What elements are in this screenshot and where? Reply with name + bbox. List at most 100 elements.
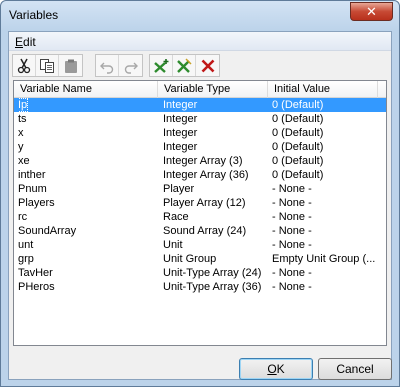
- cell-text: 0 (Default): [272, 113, 324, 125]
- copy-icon: [40, 58, 54, 73]
- table-row[interactable]: grp Unit Group Empty Unit Group (...: [14, 252, 386, 266]
- close-button[interactable]: ✕: [350, 2, 393, 21]
- variable-name-cell: rc: [18, 210, 158, 224]
- edit-variable-icon: [177, 57, 192, 73]
- cell-text: - None -: [272, 225, 312, 237]
- menu-edit[interactable]: Edit: [15, 35, 36, 49]
- ok-button-label: K: [276, 362, 285, 376]
- cell-text: rc: [18, 211, 28, 223]
- cell-text: x: [18, 127, 24, 139]
- table-row[interactable]: x Integer 0 (Default): [14, 126, 386, 140]
- table-row[interactable]: Pnum Player - None -: [14, 182, 386, 196]
- variable-name-cell: SoundArray: [18, 224, 158, 238]
- variables-list[interactable]: Variable Name Variable Type Initial Valu…: [13, 80, 387, 346]
- table-row[interactable]: PHeros Unit-Type Array (36) - None -: [14, 280, 386, 294]
- cell-text: PHeros: [18, 281, 55, 293]
- paste-icon: [64, 59, 77, 73]
- table-row[interactable]: inther Integer Array (36) 0 (Default): [14, 168, 386, 182]
- table-row[interactable]: ts Integer 0 (Default): [14, 112, 386, 126]
- menu-edit-label: dit: [23, 35, 36, 49]
- variable-type-cell: Integer: [163, 140, 267, 154]
- window-title: Variables: [9, 8, 59, 22]
- variable-type-cell: Player Array (12): [163, 196, 267, 210]
- table-row[interactable]: unt Unit - None -: [14, 238, 386, 252]
- cell-text: xe: [18, 155, 30, 167]
- variable-name-cell: Pnum: [18, 182, 158, 196]
- redo-button[interactable]: [119, 55, 142, 76]
- cell-text: Integer: [163, 127, 198, 139]
- initial-value-cell: - None -: [272, 238, 384, 252]
- variable-type-cell: Sound Array (24): [163, 224, 267, 238]
- column-header-name[interactable]: Variable Name: [14, 81, 158, 98]
- variable-name-cell: PHeros: [18, 280, 158, 294]
- cell-text: TavHer: [18, 267, 53, 279]
- list-header: Variable Name Variable Type Initial Valu…: [14, 81, 386, 98]
- variable-type-cell: Unit: [163, 238, 267, 252]
- cell-text: Integer: [163, 99, 198, 111]
- cell-text: Ip: [18, 98, 29, 112]
- table-row[interactable]: rc Race - None -: [14, 210, 386, 224]
- cell-text: y: [18, 141, 24, 153]
- variable-name-cell: inther: [18, 168, 158, 182]
- initial-value-cell: - None -: [272, 196, 384, 210]
- clipboard-group: [12, 54, 83, 77]
- cell-text: Unit: [163, 239, 183, 251]
- variable-type-cell: Integer: [163, 112, 267, 126]
- cell-text: Integer: [163, 141, 198, 153]
- list-body: Ip Integer 0 (Default) ts Integer 0 (Default)…: [14, 98, 386, 294]
- menu-bar: Edit: [9, 32, 391, 51]
- variable-type-cell: Race: [163, 210, 267, 224]
- edit-variable-button[interactable]: [173, 55, 196, 76]
- cell-text: - None -: [272, 239, 312, 251]
- variable-name-cell: x: [18, 126, 158, 140]
- table-row[interactable]: Ip Integer 0 (Default): [14, 98, 386, 112]
- cell-text: - None -: [272, 211, 312, 223]
- variable-name-cell: ts: [18, 112, 158, 126]
- variables-dialog: Variables ✕ Edit Variable Name Variable …: [0, 0, 400, 387]
- initial-value-cell: - None -: [272, 266, 384, 280]
- cell-text: unt: [18, 239, 34, 251]
- cell-text: Empty Unit Group (...: [272, 253, 376, 265]
- variable-name-cell: Ip: [18, 98, 158, 112]
- cell-text: Unit-Type Array (24): [163, 267, 262, 279]
- copy-button[interactable]: [36, 55, 59, 76]
- ok-button[interactable]: OK: [239, 358, 313, 380]
- cut-button[interactable]: [13, 55, 36, 76]
- table-row[interactable]: Players Player Array (12) - None -: [14, 196, 386, 210]
- initial-value-cell: 0 (Default): [272, 168, 384, 182]
- table-row[interactable]: xe Integer Array (3) 0 (Default): [14, 154, 386, 168]
- variable-type-cell: Integer: [163, 98, 267, 112]
- cell-text: Sound Array (24): [163, 225, 247, 237]
- cell-text: Players: [18, 197, 55, 209]
- table-row[interactable]: y Integer 0 (Default): [14, 140, 386, 154]
- delete-variable-icon: [201, 59, 214, 72]
- cell-text: - None -: [272, 267, 312, 279]
- variable-name-cell: TavHer: [18, 266, 158, 280]
- cell-text: Pnum: [18, 183, 47, 195]
- cell-text: ts: [18, 113, 27, 125]
- column-header-initial-value[interactable]: Initial Value: [268, 81, 378, 98]
- variable-actions-group: [149, 54, 220, 77]
- cell-text: Player Array (12): [163, 197, 246, 209]
- undo-group: [95, 54, 143, 77]
- cell-text: Integer: [163, 113, 198, 125]
- cell-text: Unit Group: [163, 253, 217, 265]
- cell-text: - None -: [272, 197, 312, 209]
- table-row[interactable]: SoundArray Sound Array (24) - None -: [14, 224, 386, 238]
- initial-value-cell: 0 (Default): [272, 98, 384, 112]
- initial-value-cell: 0 (Default): [272, 112, 384, 126]
- initial-value-cell: Empty Unit Group (...: [272, 252, 384, 266]
- cell-text: Integer Array (3): [163, 155, 243, 167]
- variable-type-cell: Integer Array (36): [163, 168, 267, 182]
- delete-variable-button[interactable]: [196, 55, 219, 76]
- paste-button[interactable]: [59, 55, 82, 76]
- new-variable-button[interactable]: [150, 55, 173, 76]
- initial-value-cell: 0 (Default): [272, 140, 384, 154]
- column-header-type[interactable]: Variable Type: [158, 81, 268, 98]
- variable-name-cell: Players: [18, 196, 158, 210]
- undo-button[interactable]: [96, 55, 119, 76]
- table-row[interactable]: TavHer Unit-Type Array (24) - None -: [14, 266, 386, 280]
- menu-edit-accelerator: E: [15, 35, 24, 49]
- cancel-button[interactable]: Cancel: [318, 358, 392, 380]
- title-bar[interactable]: Variables ✕: [1, 1, 399, 31]
